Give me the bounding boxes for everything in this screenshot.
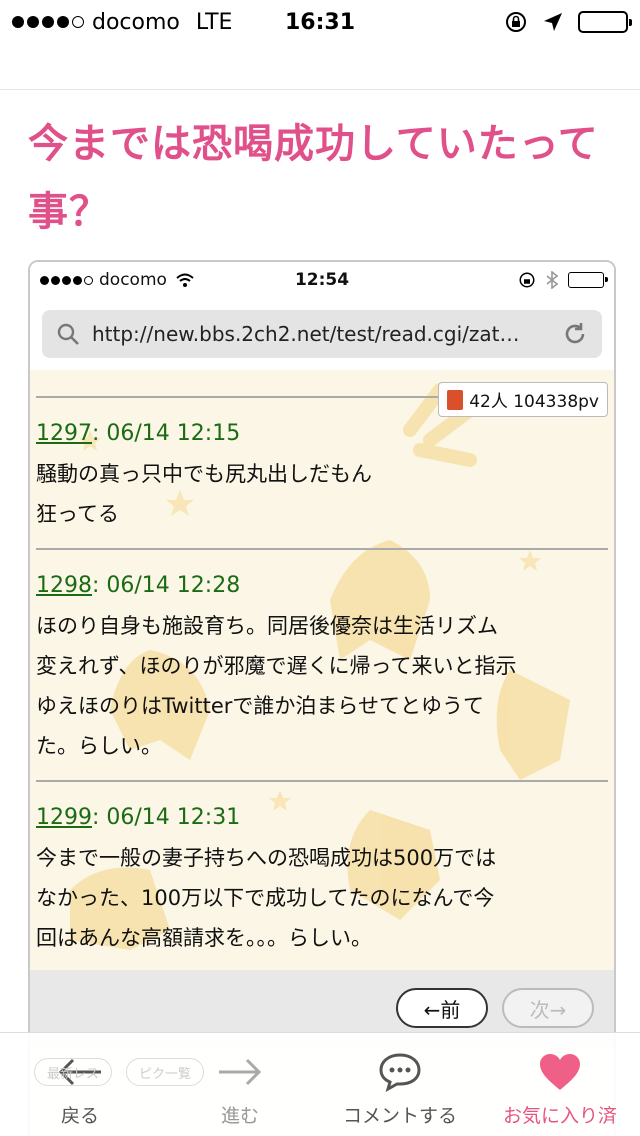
battery-icon xyxy=(578,11,632,33)
back-button[interactable]: 戻る xyxy=(0,1033,160,1136)
rotation-lock-icon xyxy=(506,12,526,32)
post-body: 騒動の真っ只中でも尻丸出しだもん 狂ってる xyxy=(36,454,608,534)
app-top-bar xyxy=(0,44,640,90)
post-header: 1299: 06/14 12:31 xyxy=(36,800,608,836)
bluetooth-icon xyxy=(546,271,558,289)
post-body: ほのり自身も施設育ち。同居後優奈は生活リズム 変えれず、ほのりが邪魔で遅くに帰っ… xyxy=(36,606,608,766)
comment-label: コメントする xyxy=(342,1105,457,1127)
comment-button[interactable]: コメントする xyxy=(320,1033,480,1136)
address-bar[interactable]: http://new.bbs.2ch2.net/test/read.cgi/za… xyxy=(42,310,602,358)
embedded-battery-icon xyxy=(568,272,608,288)
favorite-label: お気に入り済 xyxy=(502,1105,617,1127)
pv-icon xyxy=(447,389,464,410)
post-list: 1297: 06/14 12:15 騒動の真っ只中でも尻丸出しだもん 狂ってる … xyxy=(30,370,614,970)
url-text: http://new.bbs.2ch2.net/test/read.cgi/za… xyxy=(92,322,520,346)
location-icon xyxy=(544,13,562,31)
forward-label: 進む xyxy=(220,1105,259,1127)
post-number-link[interactable]: 1297 xyxy=(36,421,92,446)
comment-bubble-icon xyxy=(378,1047,422,1097)
post-line: 今まで一般の妻子持ちへの恐喝成功は500万では xyxy=(36,846,497,870)
back-label: 戻る xyxy=(60,1105,99,1127)
embedded-rotation-lock-icon xyxy=(519,272,535,288)
signal-icon xyxy=(12,16,84,28)
post-line: 騒動の真っ只中でも尻丸出しだもん xyxy=(36,462,372,486)
post-number-link[interactable]: 1299 xyxy=(36,805,92,830)
page-view-text: 42人 104338pv xyxy=(469,392,599,412)
prev-page-button[interactable]: ←前 xyxy=(396,988,488,1028)
post-line: 変えれず、ほのりが邪魔で遅くに帰って来いと指示 xyxy=(36,654,517,678)
post-header: 1298: 06/14 12:28 xyxy=(36,568,608,604)
post-1298: 1298: 06/14 12:28 ほのり自身も施設育ち。同居後優奈は生活リズム… xyxy=(36,550,608,782)
heart-icon xyxy=(538,1047,582,1097)
post-header: 1297: 06/14 12:15 xyxy=(36,416,608,452)
post-datetime: : 06/14 12:31 xyxy=(92,805,241,830)
back-arrow-icon xyxy=(57,1047,103,1097)
post-line: ゆえほのりはTwitterで誰か泊まらせてとゆうて xyxy=(36,694,484,718)
embedded-carrier: docomo xyxy=(99,270,167,290)
page-view-counter: 42人 104338pv xyxy=(438,382,608,417)
post-1297: 1297: 06/14 12:15 騒動の真っ只中でも尻丸出しだもん 狂ってる xyxy=(36,398,608,550)
post-datetime: : 06/14 12:15 xyxy=(92,421,241,446)
status-bar: docomo LTE 16:31 xyxy=(0,0,640,44)
address-bar-container: http://new.bbs.2ch2.net/test/read.cgi/za… xyxy=(30,298,614,370)
post-1299: 1299: 06/14 12:31 今まで一般の妻子持ちへの恐喝成功は500万で… xyxy=(36,782,608,970)
post-body: 今まで一般の妻子持ちへの恐喝成功は500万では なかった、100万以下で成功して… xyxy=(36,838,608,958)
post-line: なかった、100万以下で成功してたのになんで今 xyxy=(36,886,495,910)
post-number-link[interactable]: 1298 xyxy=(36,573,92,598)
post-datetime: : 06/14 12:28 xyxy=(92,573,241,598)
post-line: ほのり自身も施設育ち。同居後優奈は生活リズム xyxy=(36,614,498,638)
embedded-screenshot: docomo 12:54 http://new.bbs.2ch2.net/tes… xyxy=(28,260,616,1136)
forward-arrow-icon xyxy=(217,1047,263,1097)
next-page-button[interactable]: 次→ xyxy=(502,988,594,1028)
forward-button[interactable]: 進む xyxy=(160,1033,320,1136)
bottom-navigation: 最新レス ピク一覧 戻る 進む コメントする お気に入り済 xyxy=(0,1032,640,1136)
wifi-icon xyxy=(176,273,194,287)
network-label: LTE xyxy=(195,9,233,35)
embedded-status-bar: docomo 12:54 xyxy=(30,262,614,298)
reload-icon[interactable] xyxy=(562,321,588,347)
post-line: 狂ってる xyxy=(36,502,119,526)
favorite-button[interactable]: お気に入り済 xyxy=(480,1033,640,1136)
post-line: た。らしい。 xyxy=(36,734,162,758)
article-headline: 今までは恐喝成功していたって事？ xyxy=(28,121,599,235)
carrier-label: docomo xyxy=(92,9,180,35)
post-line: 回はあんな高額請求を。。。らしい。 xyxy=(36,926,372,950)
search-icon xyxy=(57,323,79,345)
embedded-signal-icon xyxy=(40,275,93,285)
thread-content[interactable]: 42人 104338pv 1297: 06/14 12:15 騒動の真っ只中でも… xyxy=(30,370,614,970)
